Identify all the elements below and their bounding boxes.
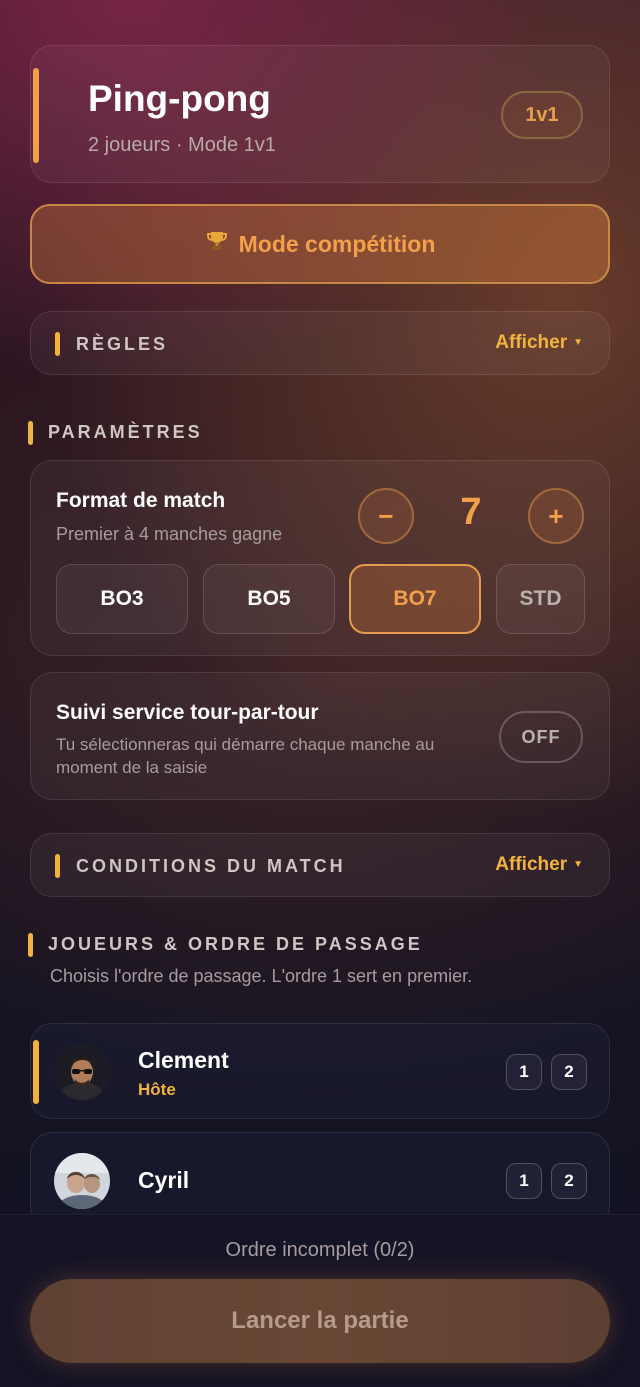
avatar <box>54 1153 110 1209</box>
increment-button[interactable]: + <box>528 488 584 544</box>
game-header-card: Ping-pong 2 joueurs · Mode 1v1 1v1 <box>30 45 610 183</box>
service-tracking-toggle[interactable]: OFF <box>499 711 583 763</box>
conditions-section[interactable]: CONDITIONS DU MATCH Afficher ▼ <box>30 833 610 897</box>
player-role: Hôte <box>138 1080 176 1099</box>
conditions-title: CONDITIONS DU MATCH <box>76 856 346 876</box>
conditions-toggle[interactable]: Afficher ▼ <box>495 854 583 876</box>
players-title: JOUEURS & ORDRE DE PASSAGE <box>48 933 423 954</box>
caret-down-icon: ▼ <box>573 859 583 871</box>
player-row-clement[interactable]: Clement Hôte 1 2 <box>30 1023 610 1119</box>
service-tracking-card: Suivi service tour-par-tour Tu sélection… <box>30 672 610 800</box>
bottom-action-bar: Ordre incomplet (0/2) Lancer la partie <box>0 1214 640 1387</box>
decrement-button[interactable]: − <box>358 488 414 544</box>
rules-toggle[interactable]: Afficher ▼ <box>495 332 583 354</box>
rules-title: RÈGLES <box>76 334 169 354</box>
preset-bo7-button[interactable]: BO7 <box>349 564 481 634</box>
service-tracking-description: Tu sélectionneras qui démarre chaque man… <box>56 735 435 777</box>
minus-icon: − <box>378 500 394 531</box>
match-format-title: Format de match <box>56 489 226 512</box>
parameters-title: PARAMÈTRES <box>48 421 203 442</box>
format-value: 7 <box>460 491 482 533</box>
trophy-icon <box>205 229 229 259</box>
service-tracking-title: Suivi service tour-par-tour <box>56 701 319 724</box>
order-2-button[interactable]: 2 <box>551 1054 587 1090</box>
player-name: Cyril <box>138 1167 190 1193</box>
conditions-toggle-label: Afficher <box>495 854 568 875</box>
preset-std-button[interactable]: STD <box>496 564 585 634</box>
conditions-accent-bar <box>55 854 60 878</box>
match-format-subtitle: Premier à 4 manches gagne <box>56 524 283 544</box>
game-subtitle: 2 joueurs · Mode 1v1 <box>88 134 276 156</box>
preset-bo3-button[interactable]: BO3 <box>56 564 188 634</box>
match-format-card: Format de match Premier à 4 manches gagn… <box>30 460 610 656</box>
order-2-button[interactable]: 2 <box>551 1163 587 1199</box>
rules-accent-bar <box>55 332 60 356</box>
parameters-heading: PARAMÈTRES <box>28 421 203 445</box>
parameters-accent-bar <box>28 421 33 445</box>
mode-badge: 1v1 <box>501 91 583 139</box>
caret-down-icon: ▼ <box>573 337 583 349</box>
rules-section[interactable]: RÈGLES Afficher ▼ <box>30 311 610 375</box>
order-1-button[interactable]: 1 <box>506 1163 542 1199</box>
players-hint: Choisis l'ordre de passage. L'ordre 1 se… <box>50 966 473 986</box>
plus-icon: + <box>548 500 564 531</box>
avatar <box>54 1044 110 1100</box>
players-accent-bar <box>28 933 33 957</box>
header-accent-bar <box>33 68 39 163</box>
competition-mode-label: Mode compétition <box>238 230 436 257</box>
game-title: Ping-pong <box>88 78 271 119</box>
order-status-text: Ordre incomplet (0/2) <box>225 1239 415 1261</box>
rules-toggle-label: Afficher <box>495 332 568 353</box>
launch-game-button[interactable]: Lancer la partie <box>30 1279 610 1363</box>
player-accent-bar <box>33 1040 39 1104</box>
player-name: Clement <box>138 1047 229 1073</box>
order-1-button[interactable]: 1 <box>506 1054 542 1090</box>
preset-bo5-button[interactable]: BO5 <box>203 564 335 634</box>
players-heading: JOUEURS & ORDRE DE PASSAGE <box>28 933 423 957</box>
competition-mode-button[interactable]: Mode compétition <box>30 204 610 284</box>
